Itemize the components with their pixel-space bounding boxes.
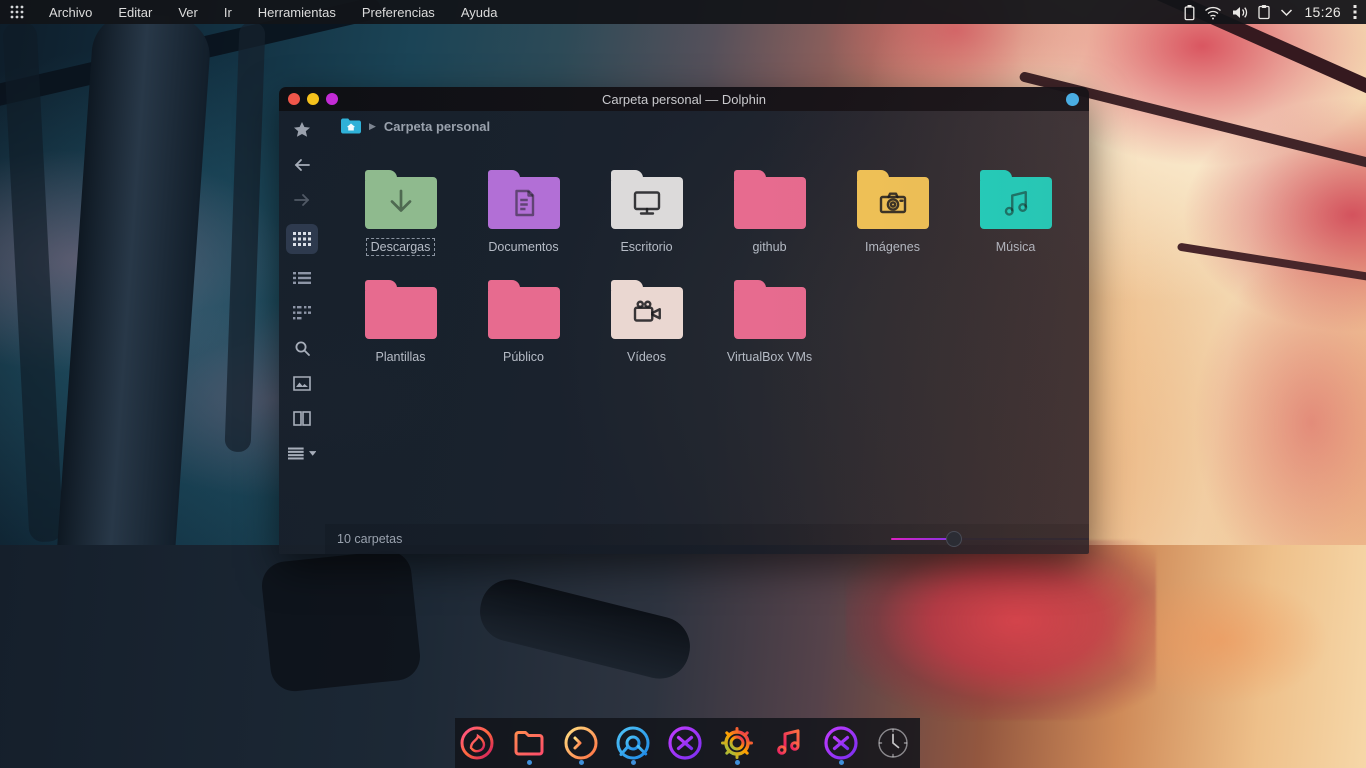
menu-ver[interactable]: Ver	[165, 2, 211, 23]
wallpaper-mound	[260, 549, 423, 694]
wifi-icon[interactable]	[1204, 5, 1222, 20]
folder-icon	[734, 287, 806, 339]
folder-item-github[interactable]: github	[708, 167, 831, 277]
window-body: ▶ Carpeta personal Descargas	[279, 111, 1089, 554]
folder-item-virtualbox-vms[interactable]: VirtualBox VMs	[708, 277, 831, 387]
folder-item-plantillas[interactable]: Plantillas	[339, 277, 462, 387]
folder-label: Escritorio	[615, 238, 677, 256]
menu-herramientas[interactable]: Herramientas	[245, 2, 349, 23]
menu-preferencias[interactable]: Preferencias	[349, 2, 448, 23]
folder-item-documentos[interactable]: Documentos	[462, 167, 585, 277]
titlebar-menu-button[interactable]	[1066, 93, 1079, 106]
forward-icon[interactable]	[288, 189, 316, 211]
chromium-icon[interactable]	[613, 720, 653, 766]
clipboard-icon[interactable]	[1257, 4, 1271, 20]
folder-item-videos[interactable]: Vídeos	[585, 277, 708, 387]
zoom-slider[interactable]	[891, 531, 1089, 547]
folder-item-musica[interactable]: Música	[954, 167, 1077, 277]
volume-icon[interactable]	[1231, 5, 1248, 20]
vscode-icon[interactable]	[665, 720, 705, 766]
menu-editar[interactable]: Editar	[105, 2, 165, 23]
menu-archivo[interactable]: Archivo	[36, 2, 105, 23]
back-icon[interactable]	[288, 154, 316, 176]
folder-label: Documentos	[483, 238, 563, 256]
folder-icon	[980, 177, 1052, 229]
icons-view-icon[interactable]	[286, 224, 318, 254]
desktop: Archivo Editar Ver Ir Herramientas Prefe…	[0, 0, 1366, 768]
folder-icon	[611, 177, 683, 229]
split-view-icon[interactable]	[288, 407, 316, 429]
minimize-button[interactable]	[307, 93, 319, 105]
folder-label: Público	[498, 348, 549, 366]
tray-clock[interactable]: 15:26	[1304, 4, 1341, 20]
hamburger-menu-icon[interactable]	[288, 442, 316, 464]
app-grid-icon[interactable]	[8, 5, 36, 19]
folder-label: Música	[991, 238, 1041, 256]
breadcrumb-location[interactable]: Carpeta personal	[384, 119, 490, 134]
preview-image-icon[interactable]	[288, 372, 316, 394]
folder-icon	[734, 177, 806, 229]
folder-label: VirtualBox VMs	[722, 348, 817, 366]
file-grid: Descargas Documentos	[325, 141, 1089, 524]
folder-item-publico[interactable]: Público	[462, 277, 585, 387]
settings-gear-icon[interactable]	[717, 720, 757, 766]
chevron-down-icon[interactable]	[1280, 8, 1293, 17]
running-indicator	[735, 760, 740, 765]
folder-item-escritorio[interactable]: Escritorio	[585, 167, 708, 277]
sidebar	[279, 111, 325, 532]
zoom-slider-fill	[891, 538, 954, 540]
running-indicator	[579, 760, 584, 765]
terminal-icon[interactable]	[561, 720, 601, 766]
search-icon[interactable]	[288, 337, 316, 359]
kebab-menu-icon[interactable]	[1352, 4, 1358, 20]
folder-icon	[365, 287, 437, 339]
folder-label: Imágenes	[860, 238, 925, 256]
menu-ir[interactable]: Ir	[211, 2, 245, 23]
folder-icon	[488, 287, 560, 339]
folder-label: Vídeos	[622, 348, 671, 366]
folder-label: Plantillas	[370, 348, 430, 366]
folder-label: github	[747, 238, 791, 256]
breadcrumb: ▶ Carpeta personal	[325, 111, 1089, 141]
bookmarks-star-icon[interactable]	[288, 119, 316, 141]
firefox-icon[interactable]	[457, 720, 497, 766]
folder-icon	[857, 177, 929, 229]
window-title: Carpeta personal — Dolphin	[279, 92, 1089, 107]
folder-item-imagenes[interactable]: Imágenes	[831, 167, 954, 277]
battery-icon[interactable]	[1184, 4, 1195, 21]
titlebar[interactable]: Carpeta personal — Dolphin	[279, 87, 1089, 111]
top-menubar: Archivo Editar Ver Ir Herramientas Prefe…	[0, 0, 1366, 24]
music-player-icon[interactable]	[769, 720, 809, 766]
menu-ayuda[interactable]: Ayuda	[448, 2, 511, 23]
status-summary: 10 carpetas	[325, 532, 891, 546]
zoom-slider-handle[interactable]	[946, 531, 962, 547]
folder-icon	[611, 287, 683, 339]
close-button[interactable]	[288, 93, 300, 105]
folder-icon	[365, 177, 437, 229]
folder-item-descargas[interactable]: Descargas	[339, 167, 462, 277]
wallpaper-glow	[1110, 575, 1330, 705]
chevron-down-icon	[309, 450, 316, 456]
maximize-button[interactable]	[326, 93, 338, 105]
file-manager-icon[interactable]	[509, 720, 549, 766]
compact-view-icon[interactable]	[288, 302, 316, 324]
dolphin-window: Carpeta personal — Dolphin	[279, 87, 1089, 554]
dock	[455, 718, 920, 768]
details-view-icon[interactable]	[288, 267, 316, 289]
running-indicator	[631, 760, 636, 765]
home-folder-icon[interactable]	[341, 118, 361, 134]
clock-icon[interactable]	[873, 720, 913, 766]
running-indicator	[839, 760, 844, 765]
running-indicator	[527, 760, 532, 765]
vscode-insiders-icon[interactable]	[821, 720, 861, 766]
folder-icon	[488, 177, 560, 229]
statusbar: 10 carpetas	[325, 524, 1089, 554]
folder-label: Descargas	[366, 238, 436, 256]
breadcrumb-chevron-icon: ▶	[369, 121, 376, 132]
